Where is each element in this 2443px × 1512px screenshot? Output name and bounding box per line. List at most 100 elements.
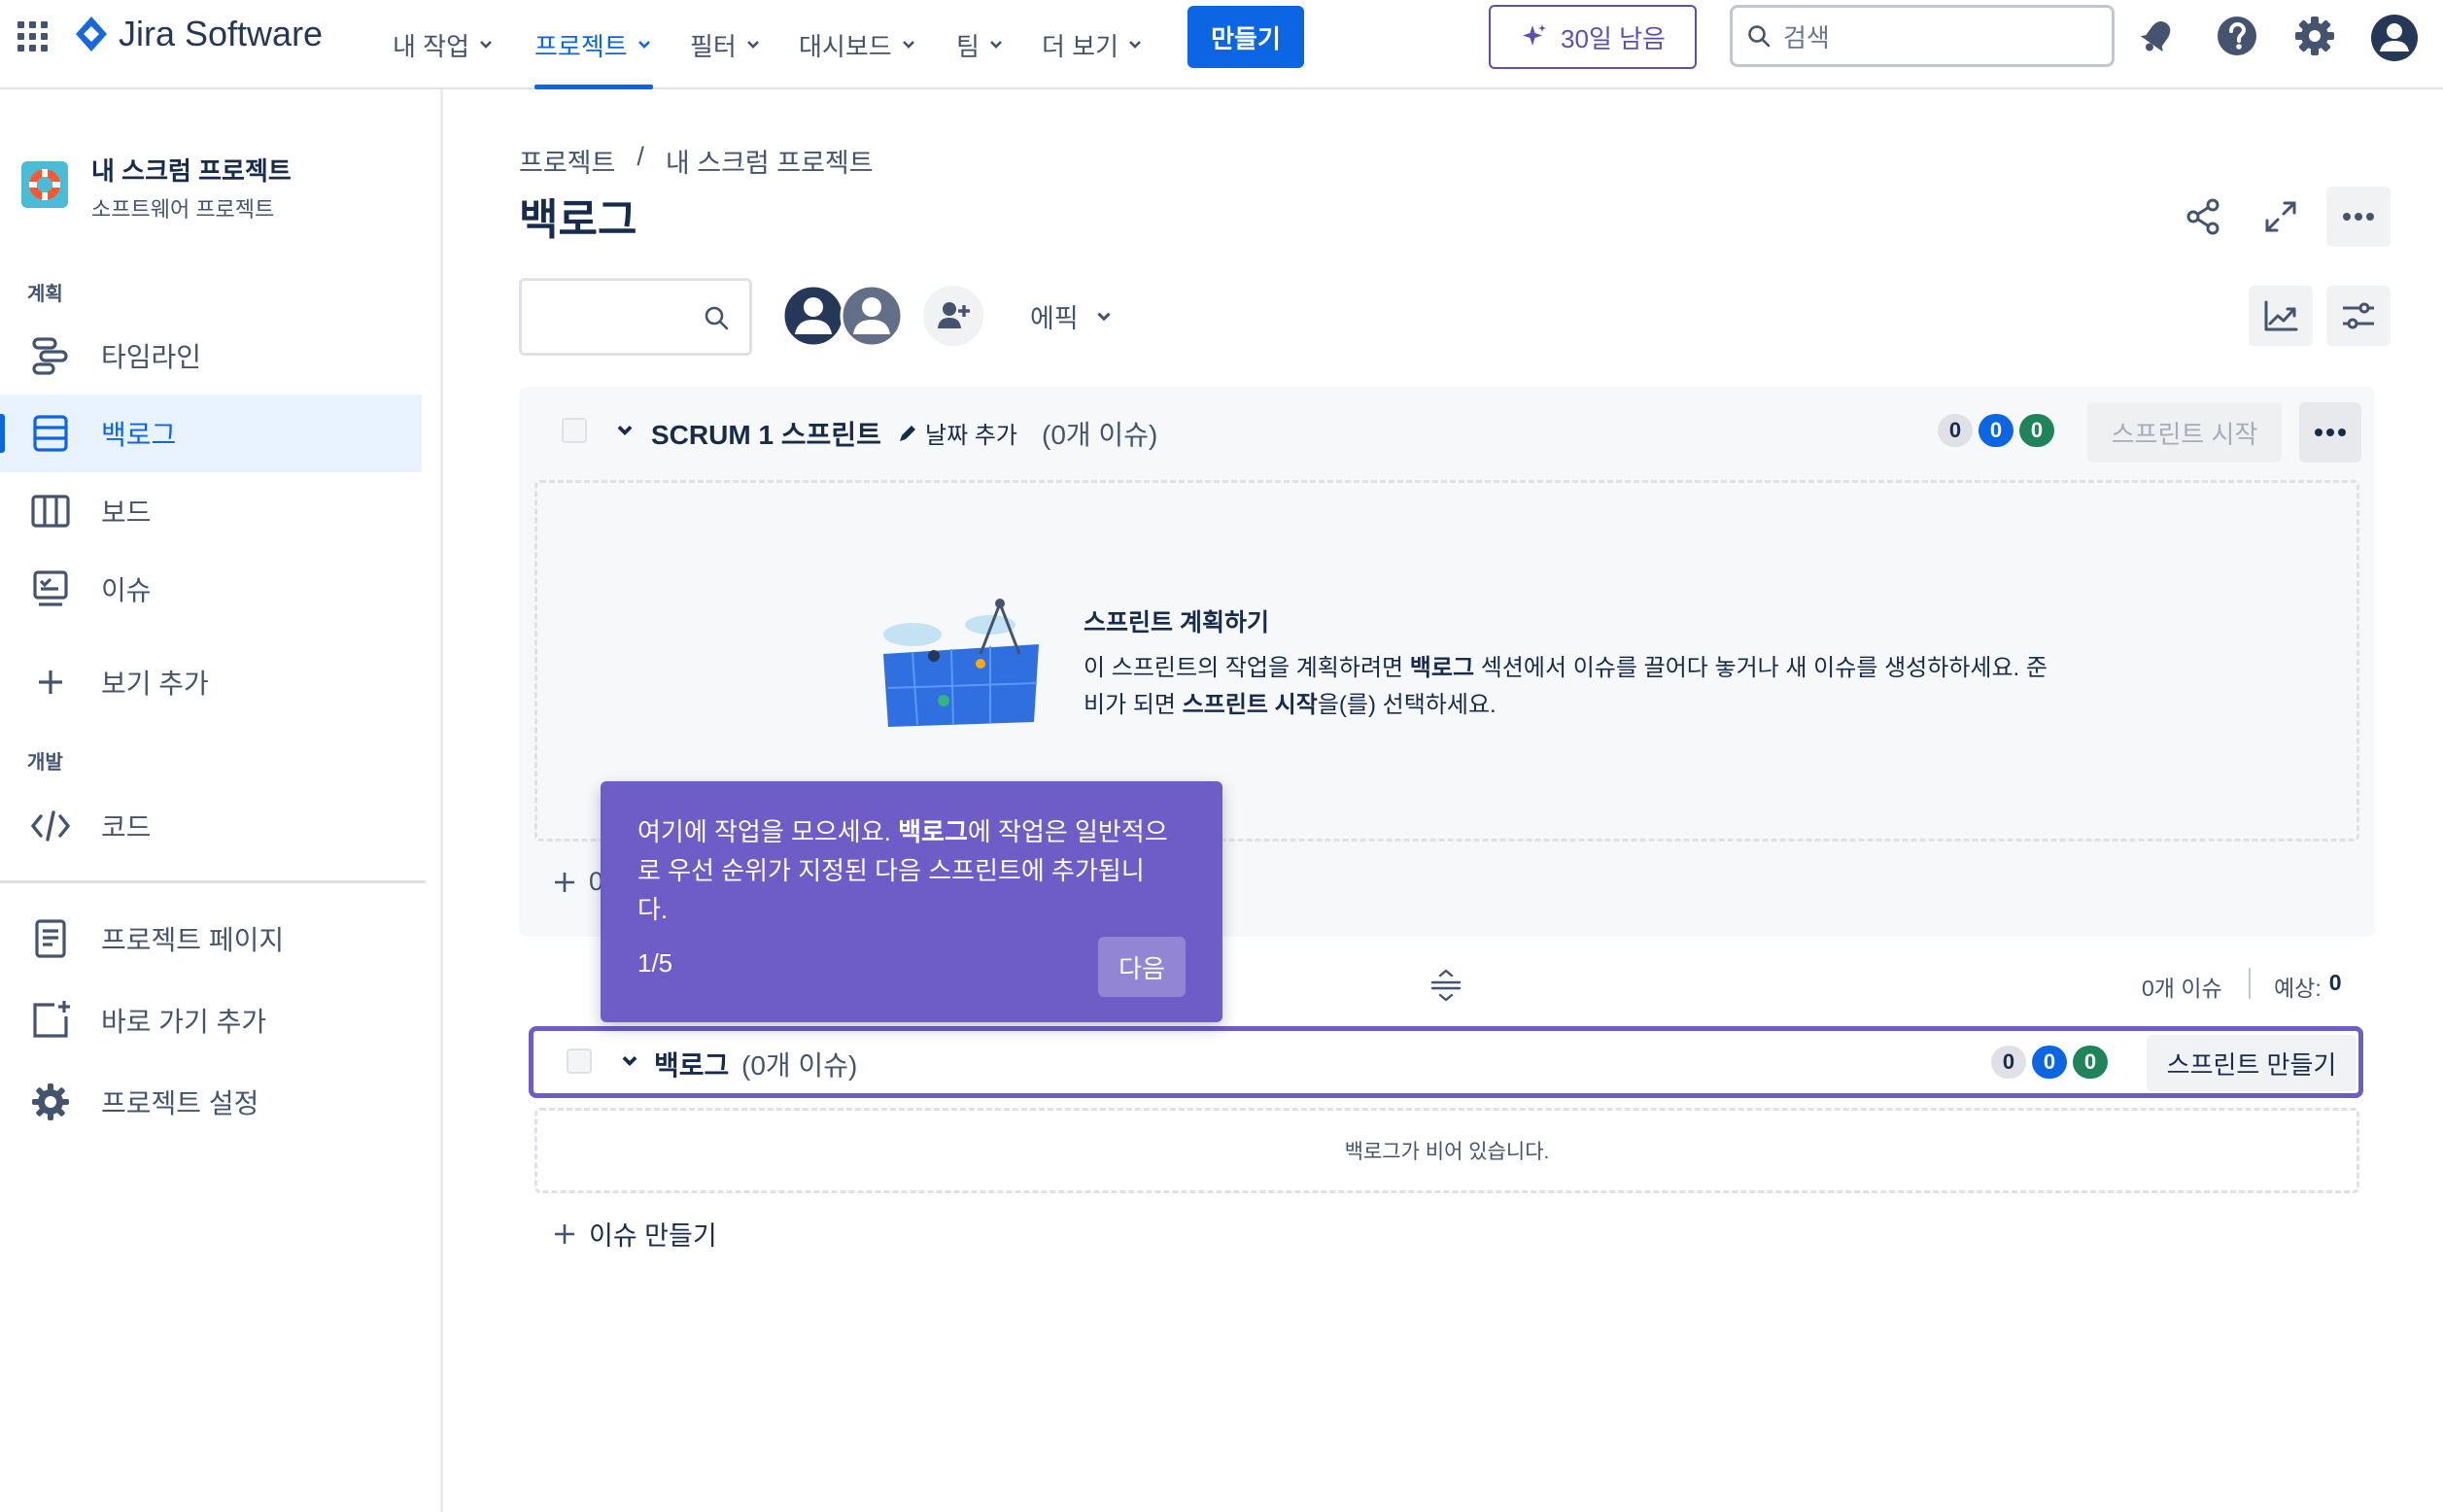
sprint-planning-illustration (883, 599, 1039, 727)
share-button[interactable] (2171, 187, 2235, 247)
global-search-input[interactable]: 검색 (1730, 5, 2115, 67)
project-name[interactable]: 내 스크럼 프로젝트 (91, 152, 292, 188)
sidebar-item-label: 코드 (101, 812, 152, 842)
count-in-progress: 0 (1978, 414, 2013, 447)
text-segment: 비가 되면 (1084, 692, 1183, 718)
insights-button[interactable] (2249, 286, 2313, 346)
sidebar-item-project-settings[interactable]: 프로젝트 설정 (0, 1063, 422, 1141)
assignee-avatar-2[interactable] (840, 284, 904, 348)
breadcrumb: 프로젝트 / 내 스크럼 프로젝트 (519, 142, 874, 180)
help-icon[interactable] (2214, 13, 2260, 59)
app-name: Jira Software (119, 14, 324, 53)
backlog-name[interactable]: 백로그 (654, 1045, 729, 1083)
page-title: 백로그 (519, 196, 637, 244)
notifications-icon[interactable] (2134, 13, 2181, 59)
assignee-avatar-1[interactable] (781, 284, 845, 348)
sidebar-item-backlog[interactable]: 백로그 (0, 395, 422, 472)
spotlight-next-button[interactable]: 다음 (1098, 937, 1186, 997)
section-label-dev: 개발 (27, 752, 63, 773)
count-todo: 0 (1991, 1046, 2026, 1079)
more-actions-button[interactable] (2326, 187, 2391, 247)
create-button[interactable]: 만들기 (1187, 6, 1304, 68)
backlog-empty-text: 백로그가 비어 있습니다. (1344, 1141, 1550, 1163)
spotlight-text: 여기에 작업을 모으세요. 백로그에 작업은 일반적으 로 우선 순위가 지정된… (637, 812, 1201, 929)
profile-avatar-icon[interactable] (2369, 13, 2418, 61)
sliders-icon (2343, 302, 2374, 329)
jira-diamond-icon (76, 17, 107, 52)
sidebar-item-code[interactable]: 코드 (0, 787, 422, 865)
settings-gear-icon[interactable] (2291, 13, 2338, 59)
top-navigation-bar: Jira Software 내 작업 프로젝트 필터 대시보드 팀 더 보기 만… (0, 0, 2443, 89)
backlog-select-checkbox[interactable] (567, 1048, 592, 1074)
view-settings-button[interactable] (2326, 286, 2391, 346)
sidebar-item-add-shortcut[interactable]: 바로 가기 추가 (0, 981, 422, 1059)
count-todo: 0 (1938, 414, 1973, 447)
sidebar-item-project-pages[interactable]: 프로젝트 페이지 (0, 900, 422, 978)
sprint-more-button[interactable] (2299, 402, 2361, 463)
breadcrumb-project[interactable]: 내 스크럼 프로젝트 (666, 142, 874, 180)
nav-label: 내 작업 (393, 31, 469, 61)
chevron-down-icon[interactable] (614, 420, 636, 441)
sidebar-item-issues[interactable]: 이슈 (0, 550, 422, 628)
create-sprint-button[interactable]: 스프린트 만들기 (2147, 1035, 2357, 1091)
sidebar-item-timeline[interactable]: 타임라인 (0, 317, 422, 395)
sidebar-item-label: 백로그 (101, 420, 177, 450)
trial-button[interactable]: 30일 남음 (1489, 5, 1697, 69)
board-icon (31, 495, 70, 528)
sprint-select-checkbox[interactable] (562, 418, 587, 443)
trial-label: 30일 남음 (1561, 23, 1666, 53)
backlog-issues-summary: 0개 이슈 (2142, 976, 2222, 1001)
fullscreen-button[interactable] (2249, 187, 2313, 247)
nav-more[interactable]: 더 보기 (1042, 0, 1144, 89)
sidebar-item-board[interactable]: 보드 (0, 472, 422, 550)
breadcrumb-separator: / (637, 142, 644, 171)
start-sprint-button[interactable]: 스프린트 시작 (2087, 402, 2282, 463)
search-placeholder: 검색 (1783, 22, 1830, 52)
text-segment-bold: 백로그 (898, 817, 968, 846)
project-sidebar: 내 스크럼 프로젝트 소프트웨어 프로젝트 계획 타임라인 백로그 보드 이슈 … (0, 89, 443, 1512)
sprint-create-issue-button[interactable]: 0 (552, 867, 603, 897)
project-type: 소프트웨어 프로젝트 (91, 197, 275, 222)
estimate-label: 예상: (2274, 976, 2322, 1001)
sparkle-icon (1523, 24, 1547, 46)
count-done: 0 (2019, 414, 2054, 447)
search-icon (705, 306, 729, 330)
backlog-header: 백로그 (0개 이슈) 0 0 0 스프린트 만들기 (529, 1026, 2363, 1098)
nav-teams[interactable]: 팀 (956, 0, 1005, 89)
sprint-empty-text-line2: 비가 되면 스프린트 시작을(를) 선택하세요. (1084, 685, 1497, 719)
nav-dashboards[interactable]: 대시보드 (799, 0, 917, 89)
add-dates-button[interactable]: 날짜 추가 (896, 416, 1017, 450)
add-people-button[interactable] (923, 286, 983, 346)
backlog-search-input[interactable] (519, 278, 752, 356)
jira-logo[interactable]: Jira Software (74, 14, 323, 54)
chevron-down-icon (1097, 312, 1111, 321)
backlog-create-issue-button[interactable]: 이슈 만들기 (552, 1215, 717, 1253)
chevron-down-icon[interactable] (619, 1050, 640, 1072)
plus-icon (555, 872, 574, 892)
sidebar-item-label: 프로젝트 설정 (101, 1088, 259, 1118)
section-label-plan: 계획 (27, 284, 63, 305)
page-icon (35, 919, 66, 958)
project-avatar[interactable] (21, 161, 68, 208)
breadcrumb-projects[interactable]: 프로젝트 (519, 142, 615, 180)
create-issue-label: 이슈 만들기 (589, 1221, 717, 1251)
app-switcher-icon[interactable] (16, 19, 51, 54)
resize-handle-icon[interactable] (1428, 968, 1463, 1003)
more-icon (2315, 429, 2346, 436)
nav-projects[interactable]: 프로젝트 (534, 0, 653, 89)
pencil-icon (900, 425, 915, 441)
nav-label: 필터 (690, 31, 737, 61)
nav-filters[interactable]: 필터 (690, 0, 762, 89)
chevron-down-icon (990, 41, 1002, 49)
nav-label: 대시보드 (799, 31, 892, 61)
epic-filter-dropdown[interactable]: 에픽 (1030, 297, 1114, 335)
search-icon (1748, 25, 1771, 48)
sidebar-divider (0, 880, 426, 883)
nav-label: 더 보기 (1042, 31, 1118, 61)
more-icon (2343, 213, 2374, 221)
add-dates-label: 날짜 추가 (925, 423, 1017, 449)
sidebar-item-add-view[interactable]: 보기 추가 (0, 643, 422, 721)
chevron-down-icon (1129, 41, 1141, 49)
sprint-name[interactable]: SCRUM 1 스프린트 (651, 414, 881, 453)
nav-my-work[interactable]: 내 작업 (393, 0, 495, 89)
